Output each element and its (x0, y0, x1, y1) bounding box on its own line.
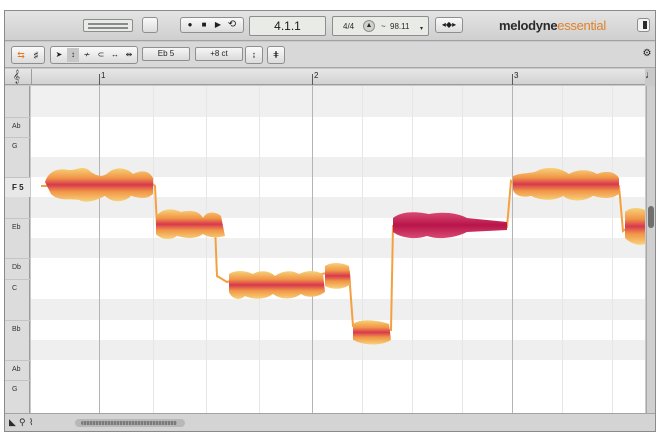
grid-icon: ⋕ (272, 50, 280, 59)
time-tool-icon[interactable]: ↔ (109, 48, 121, 62)
selected-note-blob[interactable] (393, 212, 507, 239)
overview-waveform (81, 421, 177, 425)
tempo-value[interactable]: 98.11 (390, 22, 409, 31)
separation-tool-icon[interactable]: ⇹ (123, 48, 135, 62)
zoom-tool-icon[interactable]: ◣ (9, 417, 16, 428)
treble-clef-icon[interactable]: 𝄞 (13, 69, 20, 84)
note-blobs[interactable] (31, 86, 645, 413)
layout-toggle-icon[interactable] (637, 18, 650, 32)
pitch-ruler[interactable]: Ab G F 5 Eb Db C Bb Ab G (5, 86, 30, 413)
key-row: G (5, 380, 30, 400)
key-row: Bb (5, 320, 30, 340)
tempo-separator: ~ (381, 22, 386, 31)
amplitude-tool-icon[interactable]: ⊂ (95, 48, 107, 62)
record-icon[interactable]: ● (183, 18, 197, 32)
logo-brand: melodyne (499, 18, 558, 33)
status-bar: ◣ ⚲ ⌇ (5, 413, 655, 431)
tempo-display: 4/4 ▲ ~ 98.11 ▾ (332, 16, 429, 36)
window-mode-button[interactable] (142, 17, 158, 33)
note-blob[interactable] (156, 209, 225, 240)
note-blob[interactable] (45, 167, 153, 202)
scrub-tool-icon[interactable]: ⚲ (19, 417, 26, 428)
key-label: Eb (12, 224, 21, 231)
cents-value-field[interactable]: +8 ct (195, 47, 243, 61)
pitch-macro-icon[interactable]: ♯ (29, 48, 43, 62)
key-row: F 5 (5, 177, 30, 197)
note-blob[interactable] (229, 271, 325, 299)
sync-arrows-icon: ◂◆▸ (441, 20, 457, 29)
snap-pitch-button[interactable]: ↨ (245, 46, 263, 64)
play-icon[interactable]: ▶ (211, 18, 225, 32)
input-level-meter (83, 19, 133, 32)
time-signature[interactable]: 4/4 (343, 22, 354, 31)
note-blob[interactable] (325, 263, 351, 289)
pitch-tool-icon[interactable]: ↕ (67, 48, 79, 62)
edit-toolbar: ⇆ ♯ ➤ ↕ ≁ ⊂ ↔ ⇹ Eb 5 +8 ct ↨ ⋕ ⚙ (5, 42, 655, 68)
key-row: G (5, 137, 30, 157)
settings-gear-icon[interactable]: ⚙ (641, 47, 653, 61)
key-label: C (12, 285, 18, 292)
pitch-curve (41, 179, 645, 332)
pitch-value-field[interactable]: Eb 5 (142, 47, 190, 61)
note-blob[interactable] (625, 208, 645, 245)
key-label: G (12, 386, 18, 393)
note-editor[interactable] (31, 86, 645, 413)
app-logo: melodyneessential (499, 18, 606, 33)
note-blob[interactable] (513, 167, 619, 201)
position-display[interactable]: 4.1.1 (249, 16, 326, 36)
edit-tools: ➤ ↕ ≁ ⊂ ↔ ⇹ (50, 46, 138, 64)
key-label: F 5 (12, 183, 24, 192)
stop-icon[interactable]: ■ (197, 18, 211, 32)
bar-number-2: 2 (314, 71, 319, 80)
note-value-icon[interactable]: ♩ (645, 69, 655, 81)
melodyne-window: ● ■ ▶ ⟲ 4.1.1 4/4 ▲ ~ 98.11 ▾ ◂◆▸ melody… (4, 10, 656, 432)
pitch-modulation-tool-icon[interactable]: ≁ (81, 48, 93, 62)
note-blob[interactable] (353, 320, 391, 345)
transport-bar: ● ■ ▶ ⟲ 4.1.1 4/4 ▲ ~ 98.11 ▾ ◂◆▸ melody… (5, 11, 655, 41)
bar-number-3: 3 (514, 71, 519, 80)
loop-icon[interactable]: ⟲ (225, 18, 239, 32)
vertical-scrollbar[interactable] (646, 86, 655, 413)
horizontal-scrollbar[interactable] (75, 419, 185, 427)
key-row: Ab (5, 117, 30, 137)
key-row: Eb (5, 218, 30, 238)
key-label: G (12, 143, 18, 150)
quantize-macro-icon[interactable]: ⇆ (14, 48, 28, 62)
macro-tools: ⇆ ♯ (11, 46, 45, 64)
key-label: Ab (12, 123, 21, 130)
bar-number-1: 1 (101, 71, 106, 80)
key-row: Db (5, 258, 30, 278)
snap-icon: ↨ (252, 50, 256, 59)
tempo-sync-button[interactable]: ◂◆▸ (435, 17, 463, 33)
waveform-toggle-icon[interactable]: ⌇ (29, 417, 33, 428)
metronome-icon[interactable]: ▲ (363, 20, 375, 32)
key-row: C (5, 279, 30, 299)
key-label: Db (12, 264, 21, 271)
grid-button[interactable]: ⋕ (267, 46, 285, 64)
timeline-ruler[interactable]: 𝄞 1 2 3 (5, 69, 645, 85)
logo-edition: essential (557, 18, 606, 33)
scroll-thumb[interactable] (648, 206, 654, 228)
tempo-dropdown-icon[interactable]: ▾ (420, 25, 423, 32)
key-label: Ab (12, 366, 21, 373)
pointer-tool-icon[interactable]: ➤ (53, 48, 65, 62)
key-row: Ab (5, 360, 30, 380)
key-label: Bb (12, 326, 21, 333)
